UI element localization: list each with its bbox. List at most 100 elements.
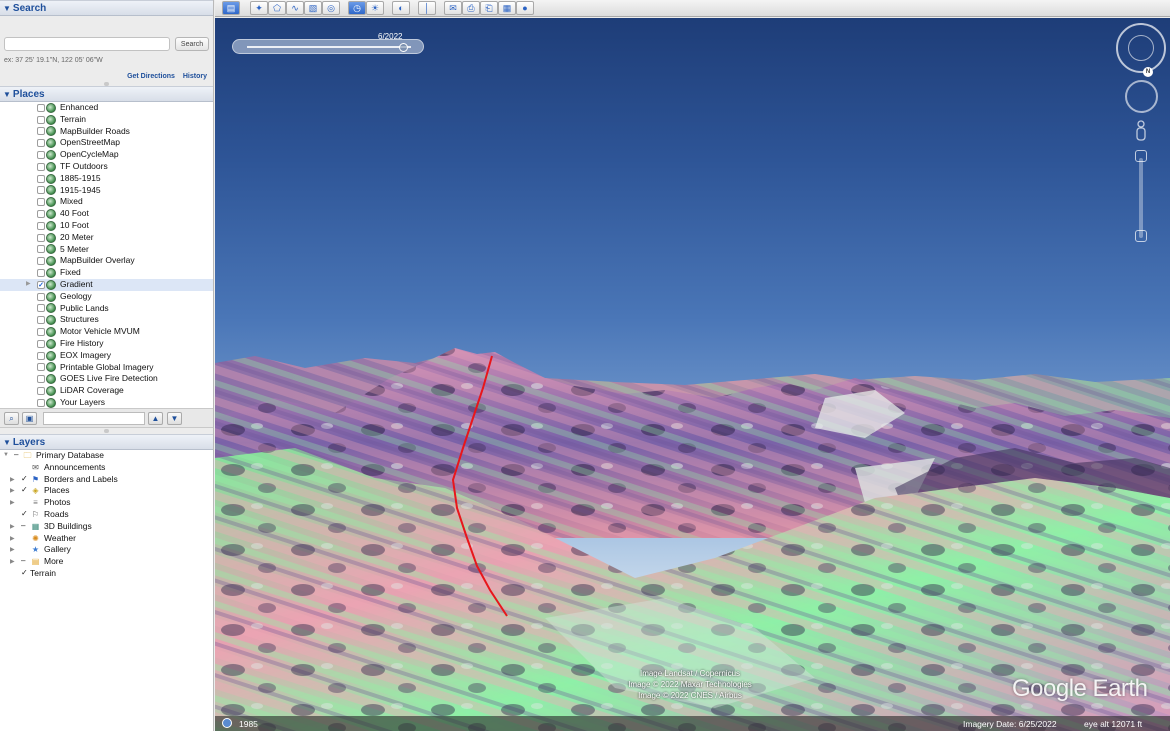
place-item[interactable]: 10 Foot: [0, 220, 213, 232]
places-filter-input[interactable]: [43, 412, 145, 425]
layer-item[interactable]: ▶ ≡ Photos: [0, 497, 213, 509]
place-item[interactable]: Your Layers: [0, 397, 213, 408]
place-checkbox[interactable]: [37, 103, 45, 112]
place-item[interactable]: GOES Live Fire Detection: [0, 373, 213, 385]
layer-expand-arrow-icon[interactable]: ▶: [10, 523, 15, 530]
layer-expand-arrow-icon[interactable]: ▶: [10, 487, 15, 494]
place-item[interactable]: Structures: [0, 314, 213, 326]
move-up-icon[interactable]: ▲: [148, 412, 163, 425]
place-checkbox[interactable]: [37, 127, 45, 136]
move-down-icon[interactable]: ▼: [167, 412, 182, 425]
layer-expand-arrow-icon[interactable]: ▼: [3, 452, 9, 458]
place-item[interactable]: Geology: [0, 291, 213, 303]
search-button[interactable]: Search: [175, 37, 209, 51]
places-search-icon[interactable]: ⌕: [4, 412, 19, 425]
layer-checkbox[interactable]: –: [21, 521, 25, 530]
layer-item[interactable]: ▶ – ▤ More: [0, 556, 213, 568]
resize-bar[interactable]: [0, 428, 213, 434]
time-slider[interactable]: [232, 39, 424, 54]
place-checkbox[interactable]: [37, 351, 45, 360]
place-checkbox[interactable]: [37, 339, 45, 348]
place-item[interactable]: Fixed: [0, 267, 213, 279]
layer-item[interactable]: ✓ ⚐ Roads: [0, 509, 213, 521]
places-panel-header[interactable]: ▼ Places: [0, 86, 213, 102]
place-item[interactable]: LiDAR Coverage: [0, 385, 213, 397]
place-checkbox[interactable]: [37, 151, 45, 160]
print-button[interactable]: ⎙: [462, 1, 480, 15]
layer-item[interactable]: ✉ Announcements: [0, 462, 213, 474]
expand-arrow-icon[interactable]: ▶: [26, 279, 31, 291]
earth-view[interactable]: 6/2022 N Image Landsat / Copernicus Imag…: [215, 18, 1170, 731]
place-checkbox[interactable]: [37, 139, 45, 148]
north-button[interactable]: N: [1143, 67, 1153, 77]
place-checkbox[interactable]: [37, 257, 45, 266]
place-checkbox[interactable]: [37, 398, 45, 407]
place-item[interactable]: 1885-1915: [0, 173, 213, 185]
place-checkbox[interactable]: [37, 115, 45, 124]
collapse-triangle-icon[interactable]: ▼: [3, 90, 11, 99]
search-input[interactable]: [4, 37, 170, 51]
historical-imagery-button[interactable]: ◷: [348, 1, 366, 15]
look-joystick-inner[interactable]: [1128, 35, 1154, 61]
layer-item[interactable]: ✓ Terrain: [0, 568, 213, 580]
places-panel-icon[interactable]: ▣: [22, 412, 37, 425]
view-in-maps-button[interactable]: ▦: [498, 1, 516, 15]
place-item[interactable]: ▶ ✓ Gradient: [0, 278, 213, 291]
earth-globe-button[interactable]: ●: [516, 1, 534, 15]
email-button[interactable]: ✉: [444, 1, 462, 15]
switch-to-sky-button[interactable]: ◐: [392, 1, 410, 15]
place-item[interactable]: MapBuilder Overlay: [0, 255, 213, 267]
layer-checkbox[interactable]: ✓: [21, 568, 28, 577]
sidebar-toggle-button[interactable]: ▤: [222, 1, 240, 15]
place-item[interactable]: Motor Vehicle MVUM: [0, 326, 213, 338]
layer-expand-arrow-icon[interactable]: ▶: [10, 499, 15, 506]
place-item[interactable]: Public Lands: [0, 303, 213, 315]
layer-checkbox[interactable]: ✓: [21, 474, 28, 483]
zoom-in-icon[interactable]: [1135, 150, 1147, 162]
historical-imagery-icon[interactable]: [222, 718, 232, 728]
place-item[interactable]: Mixed: [0, 196, 213, 208]
time-slider-knob[interactable]: [398, 43, 408, 52]
record-tour-button[interactable]: ◎: [322, 1, 340, 15]
time-slider-track[interactable]: [247, 46, 411, 48]
layer-item[interactable]: ▶ – ▦ 3D Buildings: [0, 521, 213, 533]
place-checkbox[interactable]: [37, 186, 45, 195]
place-checkbox[interactable]: ✓: [37, 280, 45, 289]
place-item[interactable]: 20 Meter: [0, 232, 213, 244]
place-checkbox[interactable]: [37, 328, 45, 337]
zoom-slider-track[interactable]: [1139, 158, 1143, 238]
save-image-button[interactable]: ⎗: [480, 1, 498, 15]
place-item[interactable]: Terrain: [0, 114, 213, 126]
layer-expand-arrow-icon[interactable]: ▶: [10, 546, 15, 553]
place-checkbox[interactable]: [37, 174, 45, 183]
place-item[interactable]: Enhanced: [0, 102, 213, 114]
place-checkbox[interactable]: [37, 269, 45, 278]
layer-item[interactable]: ▶ ✓ ⚑ Borders and Labels: [0, 474, 213, 486]
place-item[interactable]: 1915-1945: [0, 185, 213, 197]
collapse-triangle-icon[interactable]: ▼: [3, 438, 11, 447]
place-item[interactable]: Fire History: [0, 338, 213, 350]
place-item[interactable]: OpenCycleMap: [0, 149, 213, 161]
layer-expand-arrow-icon[interactable]: ▶: [10, 535, 15, 542]
place-item[interactable]: TF Outdoors: [0, 161, 213, 173]
place-item[interactable]: 40 Foot: [0, 208, 213, 220]
search-panel-header[interactable]: ▼ Search: [0, 0, 213, 16]
layer-expand-arrow-icon[interactable]: ▶: [10, 558, 15, 565]
place-checkbox[interactable]: [37, 292, 45, 301]
layer-checkbox[interactable]: ✓: [21, 509, 28, 518]
place-checkbox[interactable]: [37, 304, 45, 313]
layer-expand-arrow-icon[interactable]: ▶: [10, 476, 15, 483]
place-checkbox[interactable]: [37, 363, 45, 372]
place-checkbox[interactable]: [37, 245, 45, 254]
place-checkbox[interactable]: [37, 162, 45, 171]
layer-item[interactable]: ▼ – 🗀 Primary Database: [0, 450, 213, 462]
add-path-button[interactable]: ∿: [286, 1, 304, 15]
add-placemark-button[interactable]: ✦: [250, 1, 268, 15]
resize-grip[interactable]: [104, 429, 109, 433]
layers-panel-header[interactable]: ▼ Layers: [0, 434, 213, 450]
layer-checkbox[interactable]: –: [21, 556, 25, 565]
place-checkbox[interactable]: [37, 210, 45, 219]
place-checkbox[interactable]: [37, 233, 45, 242]
move-joystick[interactable]: [1125, 80, 1158, 113]
look-joystick[interactable]: [1116, 23, 1166, 73]
